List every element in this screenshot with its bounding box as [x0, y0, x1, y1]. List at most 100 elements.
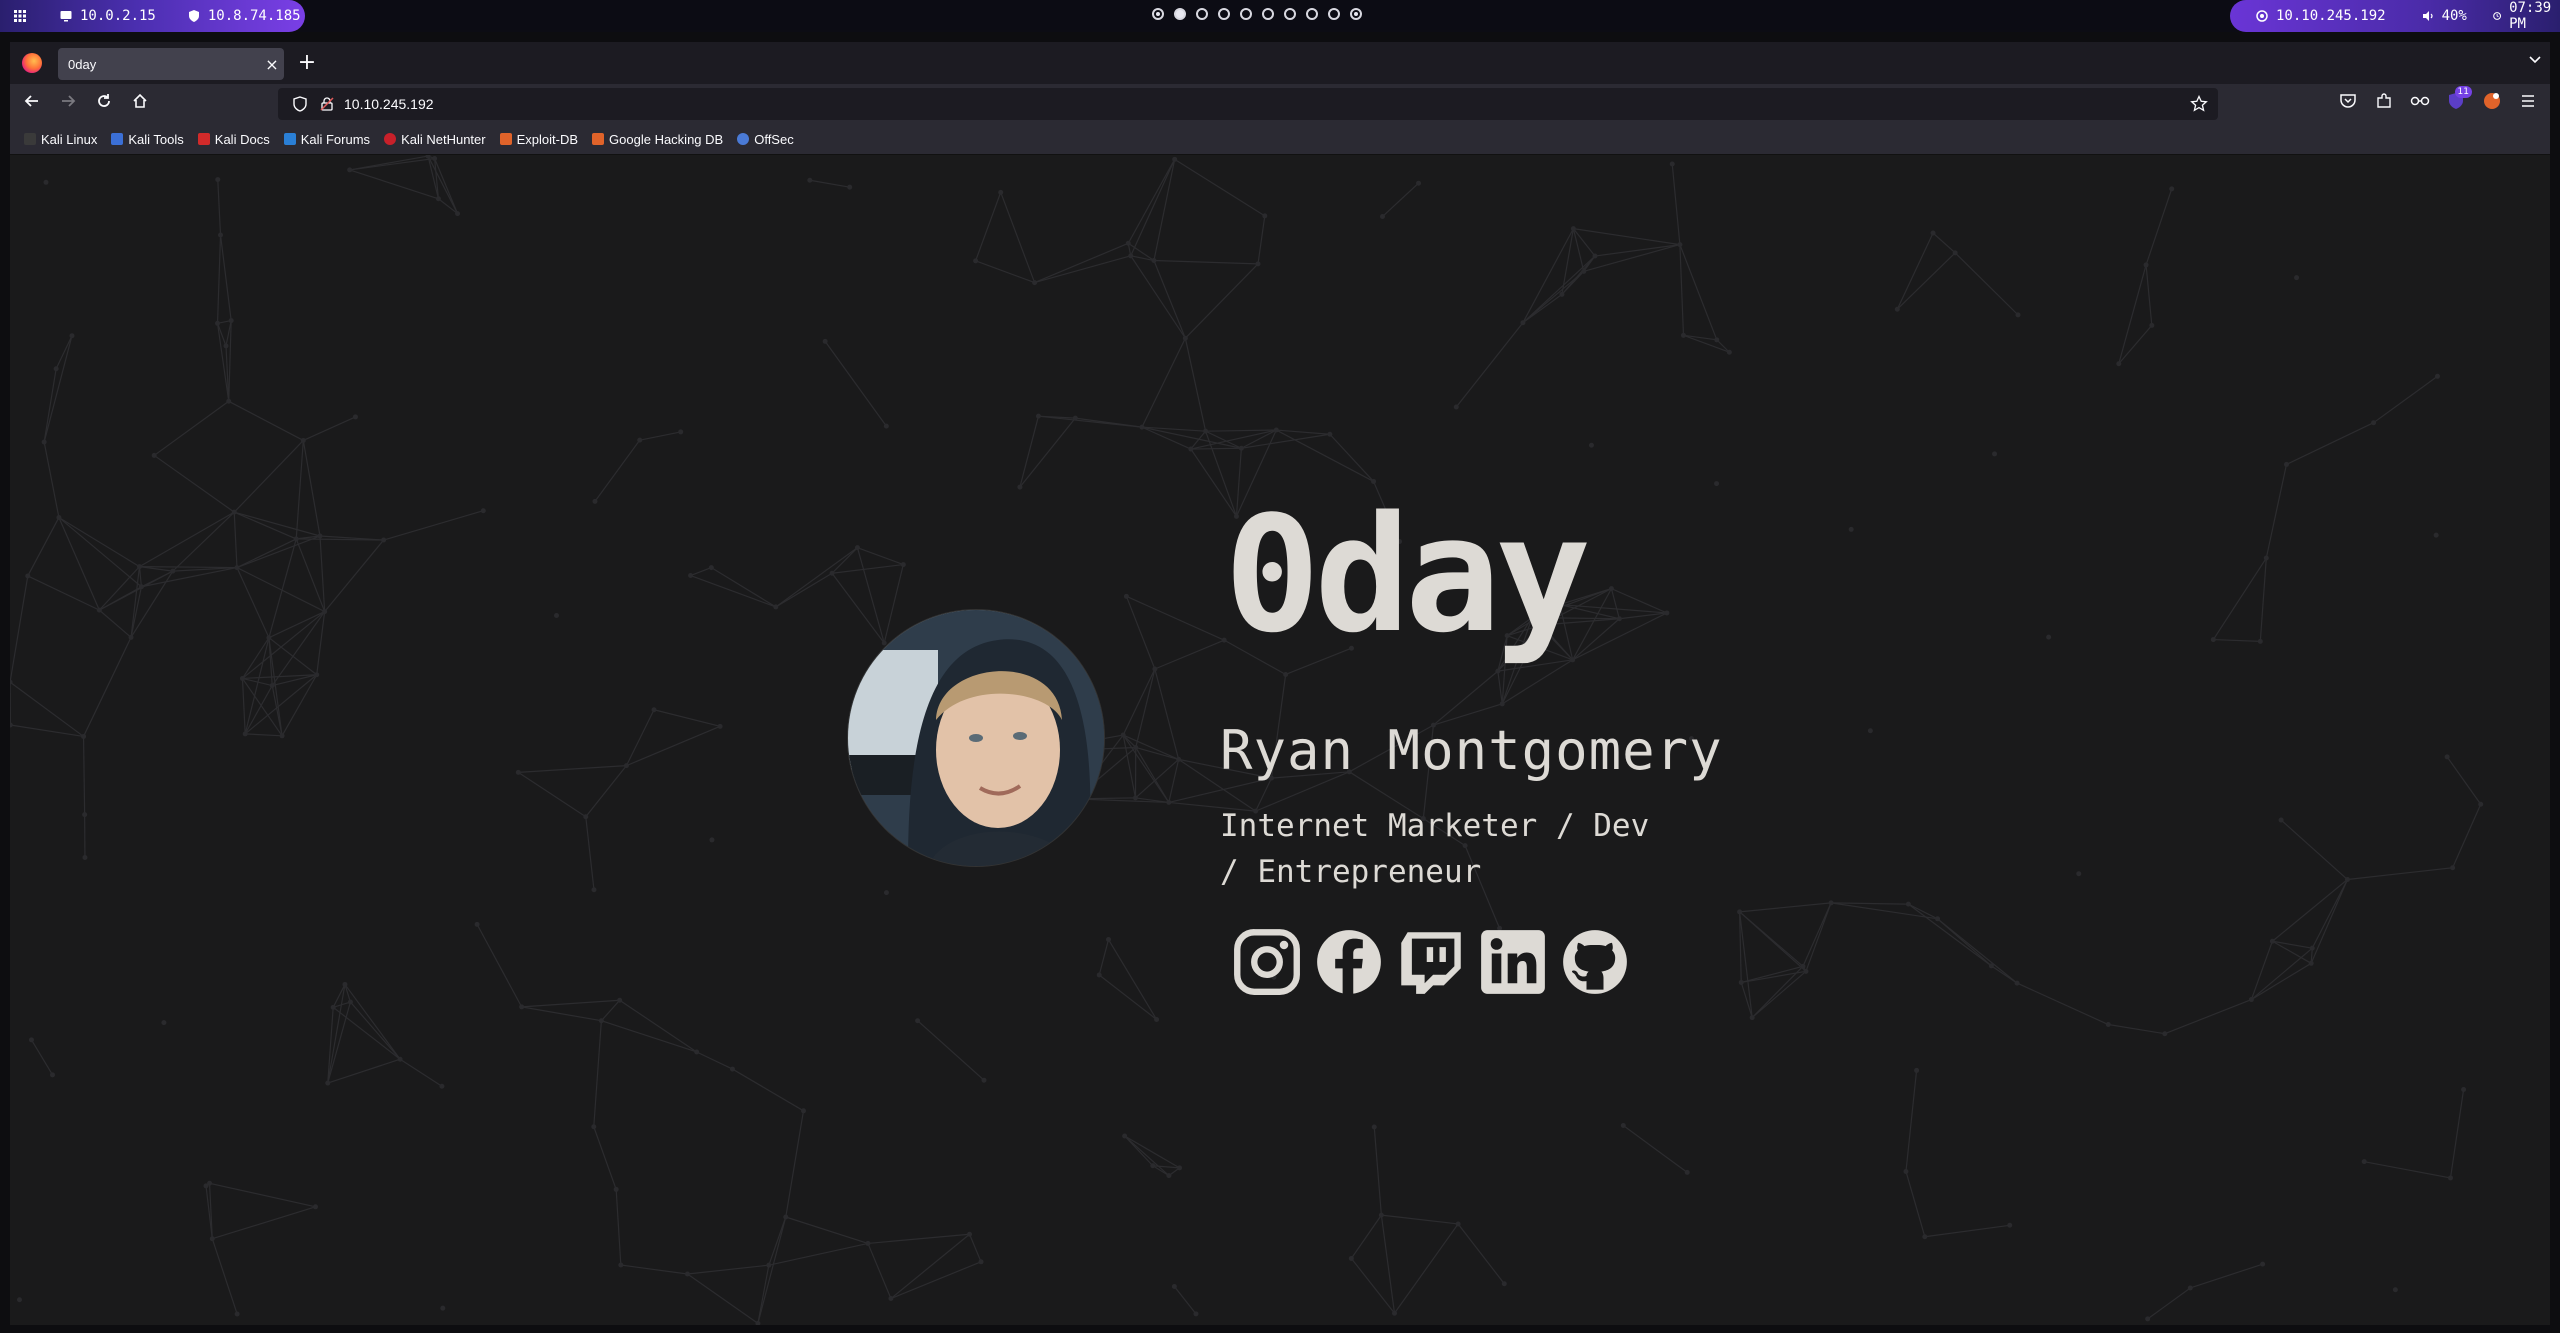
bookmark-label: Kali Docs: [214, 131, 270, 147]
workspace-2[interactable]: [1174, 8, 1186, 20]
kali-dragon-icon: [24, 133, 36, 145]
instagram-link[interactable]: [1232, 927, 1302, 997]
app-menu-button[interactable]: [2516, 92, 2540, 116]
bookmark-kali-linux[interactable]: Kali Linux: [24, 132, 97, 147]
apps-menu-button[interactable]: [14, 10, 26, 22]
workspace-4[interactable]: [1218, 8, 1230, 20]
profile-name: Ryan Montgomery: [1220, 719, 1723, 782]
grid-menu-icon: [14, 10, 26, 22]
shield-icon: [188, 10, 199, 22]
pocket-icon: [2340, 94, 2356, 108]
forward-button[interactable]: [56, 92, 80, 116]
bookmark-label: Kali Linux: [41, 131, 98, 147]
profile-avatar: [848, 610, 1104, 866]
kali-forums-icon: [283, 133, 296, 145]
hamburger-menu-icon: [2522, 95, 2534, 107]
bookmark-star-icon[interactable]: [2190, 95, 2208, 113]
puzzle-icon: [2377, 93, 2391, 108]
system-bar-left: 10.0.2.15 10.8.74.185: [0, 0, 305, 32]
social-links: [1232, 927, 1630, 997]
bookmark-kali-nethunter[interactable]: Kali NetHunter: [384, 132, 486, 147]
bookmark-offsec[interactable]: OffSec: [737, 132, 794, 147]
browser-window: 0day × + 10.10.245.192 11 Kali Linux Kal…: [10, 42, 2550, 1325]
extensions-button[interactable]: [2372, 92, 2396, 116]
firefox-logo-icon[interactable]: [22, 53, 42, 73]
workspace-7[interactable]: [1284, 8, 1296, 20]
new-tab-button[interactable]: +: [294, 50, 320, 76]
clock-label: 07:39 PM: [2509, 0, 2552, 32]
workspace-switcher: [1152, 8, 1362, 20]
reload-icon: [98, 94, 110, 107]
github-link[interactable]: [1560, 927, 1630, 997]
bookmark-kali-tools[interactable]: Kali Tools: [111, 131, 184, 147]
workspace-5[interactable]: [1240, 8, 1252, 20]
url-text: 10.10.245.192: [344, 96, 434, 112]
extension-badge: 11: [2454, 86, 2472, 98]
volume-indicator[interactable]: 40%: [2422, 8, 2467, 24]
bookmark-google-hacking-db[interactable]: Google Hacking DB: [592, 132, 723, 147]
bookmark-label: Exploit-DB: [516, 131, 579, 147]
nethunter-icon: [384, 133, 397, 145]
back-button[interactable]: [20, 92, 44, 116]
kali-tools-icon: [111, 133, 124, 145]
account-button[interactable]: [2480, 92, 2504, 116]
monitor-icon: [60, 11, 72, 22]
local-ip-indicator: 10.0.2.15: [60, 8, 156, 24]
tab-title: 0day: [68, 56, 97, 72]
navigation-toolbar: 10.10.245.192 11: [10, 84, 2550, 124]
home-icon: [133, 93, 147, 108]
volume-label: 40%: [2441, 8, 2467, 24]
profile-photo: [848, 610, 1104, 866]
page-viewport: 0day Ryan Montgomery Internet Marketer /…: [10, 155, 2550, 1325]
target-icon: [2256, 10, 2268, 22]
arrow-left-icon: [24, 95, 38, 107]
facebook-link[interactable]: [1314, 927, 1384, 997]
bookmark-label: Kali Tools: [128, 131, 184, 147]
foxyproxy-button[interactable]: [2408, 92, 2432, 116]
bookmark-label: OffSec: [754, 131, 794, 147]
site-brand-title: 0day: [1224, 481, 1591, 668]
avatar-icon: [2484, 93, 2500, 109]
exploit-db-icon: [499, 133, 512, 145]
url-bar[interactable]: 10.10.245.192: [278, 88, 2218, 120]
pocket-button[interactable]: [2336, 92, 2360, 116]
list-all-tabs-button[interactable]: [2528, 52, 2542, 70]
twitch-link[interactable]: [1396, 927, 1466, 997]
workspace-9[interactable]: [1328, 8, 1340, 20]
tab-close-button[interactable]: ×: [260, 55, 284, 74]
tab-bar: 0day × +: [10, 42, 2550, 84]
clock-icon: [2493, 12, 2501, 20]
bookmark-exploit-db[interactable]: Exploit-DB: [499, 131, 579, 147]
bookmark-label: Kali Forums: [300, 131, 371, 147]
vpn-ip-label: 10.8.74.185: [207, 8, 301, 24]
linkedin-icon: [1481, 930, 1545, 994]
bookmark-kali-forums[interactable]: Kali Forums: [283, 131, 371, 147]
target-ip-indicator: 10.10.245.192: [2256, 8, 2386, 24]
bookmark-kali-docs[interactable]: Kali Docs: [197, 131, 270, 147]
reload-button[interactable]: [92, 92, 116, 116]
home-button[interactable]: [128, 92, 152, 116]
profile-tagline: Internet Marketer / Dev / Entrepreneur: [1220, 808, 1650, 890]
volume-icon: [2422, 11, 2433, 21]
insecure-lock-icon[interactable]: [320, 97, 334, 111]
linkedin-link[interactable]: [1478, 927, 1548, 997]
vpn-ip-indicator: 10.8.74.185: [188, 8, 301, 24]
workspace-1[interactable]: [1152, 8, 1164, 20]
kali-docs-icon: [197, 133, 210, 145]
bookmark-label: Kali NetHunter: [401, 131, 486, 147]
workspace-6[interactable]: [1262, 8, 1274, 20]
glasses-icon: [2410, 96, 2430, 106]
clock-indicator: 07:39 PM: [2493, 0, 2555, 32]
ublock-extension-button[interactable]: 11: [2444, 86, 2472, 116]
workspace-8[interactable]: [1306, 8, 1318, 20]
arrow-right-icon: [62, 95, 76, 107]
workspace-3[interactable]: [1196, 8, 1208, 20]
facebook-icon: [1317, 930, 1381, 996]
workspace-10[interactable]: [1350, 8, 1362, 20]
tab-active[interactable]: 0day ×: [58, 48, 284, 80]
tracking-protection-shield-icon[interactable]: [292, 96, 308, 112]
local-ip-label: 10.0.2.15: [80, 8, 156, 24]
chevron-down-icon: [2529, 56, 2541, 64]
system-bar-right: 10.10.245.192 40% 07:39 PM: [2230, 0, 2560, 32]
github-icon: [1563, 930, 1627, 994]
